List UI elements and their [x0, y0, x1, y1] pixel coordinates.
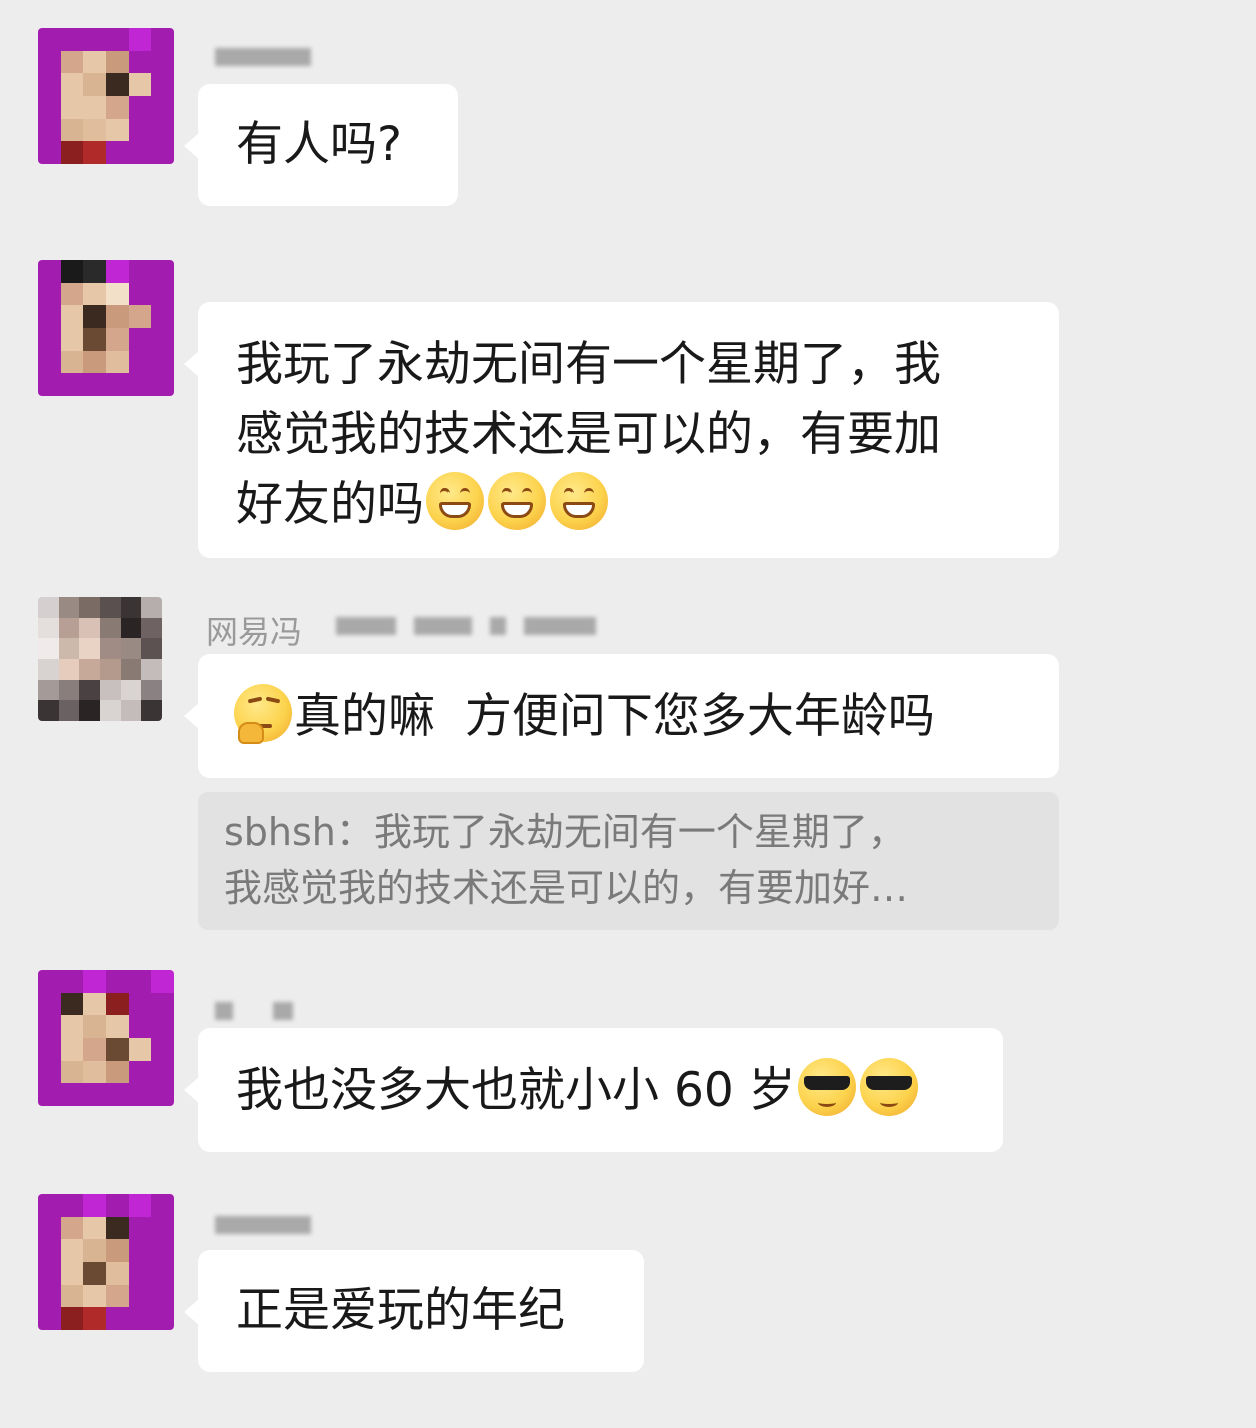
grinning-face-icon — [550, 472, 608, 530]
message-text-with-emoji: 真的嘛 方便问下您多大年龄吗 — [232, 682, 1021, 752]
chat-message-list: 有人吗? 我玩了永劫无间有一个星期了，我 感觉我的技术还是可以的，有要加 好友的… — [0, 0, 1256, 1428]
sender-name-text: 网易冯 — [206, 613, 303, 651]
message-bubble[interactable]: 真的嘛 方便问下您多大年龄吗 — [184, 654, 1059, 778]
sunglasses-face-icon — [859, 1058, 918, 1116]
avatar[interactable] — [38, 597, 162, 721]
message-bubble[interactable]: 我也没多大也就小小 60 岁 — [184, 1028, 1003, 1152]
quoted-text-line: 我感觉我的技术还是可以的，有要加好… — [224, 866, 909, 910]
avatar[interactable] — [38, 1194, 174, 1330]
quoted-message[interactable]: sbhsh：我玩了永劫无间有一个星期了， 我感觉我的技术还是可以的，有要加好… — [198, 792, 1059, 930]
message-text: 感觉我的技术还是可以的，有要加 — [236, 407, 941, 462]
message-text-with-emoji: 我也没多大也就小小 60 岁 — [236, 1056, 965, 1126]
sunglasses-face-icon — [797, 1058, 856, 1116]
message-text: 正是爱玩的年纪 — [236, 1283, 565, 1338]
quoted-sender: sbhsh： — [224, 810, 374, 854]
grinning-face-icon — [426, 472, 484, 530]
quoted-text: sbhsh：我玩了永劫无间有一个星期了， — [224, 804, 1033, 860]
message-text: 真的嘛 方便问下您多大年龄吗 — [294, 689, 935, 744]
message-bubble[interactable]: 正是爱玩的年纪 — [184, 1250, 644, 1372]
message-text: 我也没多大也就小小 60 岁 — [236, 1063, 796, 1118]
message-bubble[interactable]: 我玩了永劫无间有一个星期了，我 感觉我的技术还是可以的，有要加 好友的吗 — [184, 302, 1059, 558]
sender-name — [215, 48, 329, 70]
sender-name — [215, 1216, 329, 1238]
message-text-with-emoji: 好友的吗 — [236, 470, 1021, 540]
message-bubble[interactable]: 有人吗? — [184, 84, 458, 206]
message-text: 我玩了永劫无间有一个星期了，我 — [236, 337, 941, 392]
message-text: 好友的吗 — [236, 477, 424, 532]
thinking-face-icon — [234, 684, 292, 744]
avatar[interactable] — [38, 970, 174, 1106]
message-text: 有人吗? — [236, 117, 402, 172]
avatar[interactable] — [38, 28, 174, 164]
sender-name: 网易冯 — [206, 613, 666, 651]
avatar[interactable] — [38, 260, 174, 396]
quoted-text-line: 我玩了永劫无间有一个星期了， — [373, 810, 906, 854]
grinning-face-icon — [488, 472, 546, 530]
sender-name — [215, 1002, 311, 1024]
